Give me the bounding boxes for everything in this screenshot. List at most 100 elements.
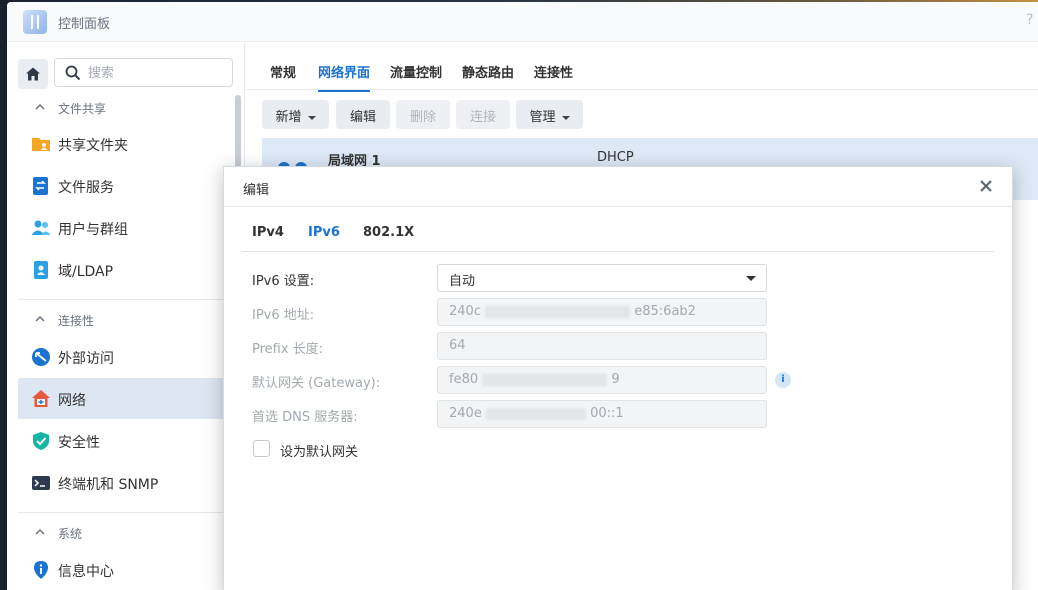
prefix-length-label: Prefix 长度:	[252, 342, 324, 357]
tab-traffic-control[interactable]: 流量控制	[390, 62, 442, 81]
control-panel-window: 控制面板 ? 文件共享 共享文件夹 文件服务	[7, 2, 1038, 590]
tab-network-interface[interactable]: 网络界面	[318, 62, 371, 92]
sidebar-item-label: 信息中心	[58, 564, 114, 580]
section-header-connectivity[interactable]: 连接性	[18, 305, 228, 335]
manage-button[interactable]: 管理	[516, 100, 583, 129]
home-button[interactable]	[18, 59, 48, 89]
sidebar-item-label: 外部访问	[58, 351, 114, 367]
chevron-up-icon	[35, 528, 45, 535]
gateway-label: 默认网关 (Gateway):	[252, 376, 381, 391]
sidebar-item-users-groups[interactable]: 用户与群组	[18, 207, 233, 248]
edit-button[interactable]: 编辑	[336, 100, 390, 129]
sidebar: 文件共享 共享文件夹 文件服务 用户与群组 域/LDAP 连接性 外部访问	[7, 43, 245, 590]
default-gateway-label: 设为默认网关	[280, 445, 359, 460]
sidebar-item-label: 共享文件夹	[58, 138, 128, 154]
chevron-up-icon	[35, 315, 45, 322]
prefix-length-value: 64	[449, 338, 466, 353]
window-title: 控制面板	[58, 17, 111, 32]
section-label: 连接性	[58, 314, 95, 328]
gateway-field: fe80 9	[437, 366, 767, 394]
help-icon[interactable]: ?	[1026, 12, 1038, 28]
close-icon[interactable]	[979, 179, 993, 193]
search-input[interactable]	[88, 63, 223, 83]
external-access-icon	[32, 348, 50, 366]
redacted-mask	[485, 407, 586, 420]
chevron-down-icon	[561, 115, 570, 120]
ipv6-setting-value: 自动	[449, 274, 476, 289]
prefix-length-field: 64	[437, 332, 767, 360]
sidebar-item-label: 用户与群组	[58, 222, 128, 238]
section-divider	[18, 299, 233, 300]
tab-general[interactable]: 常规	[270, 62, 296, 81]
sidebar-item-external-access[interactable]: 外部访问	[18, 336, 233, 377]
dns-server-label: 首选 DNS 服务器:	[252, 410, 358, 425]
edit-button-label: 编辑	[349, 110, 376, 125]
delete-button-label: 删除	[409, 110, 436, 125]
ldap-icon	[34, 261, 48, 279]
dns-prefix: 240e	[449, 406, 482, 421]
ipv6-address-field: 240c e85:6ab2	[437, 298, 767, 326]
sidebar-item-label: 网络	[58, 393, 86, 409]
ipv6-setting-label: IPv6 设置:	[252, 274, 315, 289]
section-label: 系统	[58, 527, 83, 541]
gateway-suffix: 9	[611, 372, 620, 387]
sidebar-item-shared-folder[interactable]: 共享文件夹	[18, 123, 233, 164]
tab-802-1x[interactable]: 802.1X	[363, 225, 414, 240]
sidebar-item-file-services[interactable]: 文件服务	[18, 165, 233, 206]
section-divider	[18, 512, 233, 513]
sidebar-item-info-center[interactable]: 信息中心	[18, 549, 233, 590]
gateway-prefix: fe80	[449, 372, 479, 387]
folder-share-icon	[32, 138, 50, 151]
ipv6-setting-select[interactable]: 自动	[437, 264, 767, 292]
delete-button[interactable]: 删除	[396, 100, 450, 129]
main-tabs: 常规 网络界面 流量控制 静态路由 连接性	[246, 43, 1038, 92]
network-home-icon	[32, 390, 50, 407]
users-icon	[31, 220, 51, 235]
search-icon	[65, 65, 81, 81]
search-input-box[interactable]	[54, 58, 233, 87]
tab-static-route[interactable]: 静态路由	[462, 62, 514, 81]
desktop-edge	[0, 0, 7, 590]
sidebar-item-ldap[interactable]: 域/LDAP	[18, 249, 233, 290]
control-panel-app-icon	[23, 10, 47, 34]
file-services-icon	[33, 177, 48, 195]
chevron-down-icon	[746, 276, 756, 281]
section-header-system[interactable]: 系统	[18, 518, 228, 548]
sidebar-item-network[interactable]: 网络	[18, 378, 233, 419]
sidebar-item-security[interactable]: 安全性	[18, 420, 233, 461]
connect-button-label: 连接	[469, 110, 496, 125]
tab-ipv6[interactable]: IPv6	[308, 225, 340, 240]
redacted-mask	[485, 305, 631, 318]
info-icon[interactable]: i	[775, 372, 791, 388]
home-icon	[26, 67, 40, 81]
tab-connectivity[interactable]: 连接性	[534, 62, 573, 81]
manage-button-label: 管理	[529, 110, 556, 125]
dns-suffix: 00::1	[590, 406, 624, 421]
section-header-file-sharing[interactable]: 文件共享	[18, 93, 228, 123]
sidebar-item-label: 域/LDAP	[58, 264, 114, 280]
dialog-title: 编辑	[243, 183, 270, 198]
sidebar-item-terminal-snmp[interactable]: 终端机和 SNMP	[18, 462, 233, 503]
title-bar: 控制面板 ?	[7, 2, 1038, 42]
info-center-icon	[34, 561, 48, 579]
shield-icon	[33, 432, 49, 450]
terminal-icon	[32, 476, 50, 490]
redacted-mask	[482, 373, 608, 386]
ipv6-address-label: IPv6 地址:	[252, 308, 315, 323]
new-button-label: 新增	[275, 110, 302, 125]
chevron-down-icon	[307, 115, 316, 120]
section-label: 文件共享	[58, 102, 107, 116]
sidebar-item-label: 安全性	[58, 435, 100, 451]
edit-dialog: 编辑 IPv4 IPv6 802.1X IPv6 设置: 自动 IPv6 地址:…	[223, 166, 1013, 590]
dns-server-field: 240e 00::1	[437, 400, 767, 428]
tab-ipv4[interactable]: IPv4	[252, 225, 284, 240]
ipv6-address-suffix: e85:6ab2	[634, 304, 696, 319]
interface-mode: DHCP	[597, 150, 634, 165]
new-button[interactable]: 新增	[262, 100, 329, 129]
dialog-tabs-divider	[242, 251, 994, 252]
ipv6-address-prefix: 240c	[449, 304, 481, 319]
dialog-header: 编辑	[224, 167, 1012, 207]
sidebar-item-label: 文件服务	[58, 180, 114, 196]
connect-button[interactable]: 连接	[456, 100, 510, 129]
default-gateway-checkbox[interactable]	[253, 440, 270, 457]
